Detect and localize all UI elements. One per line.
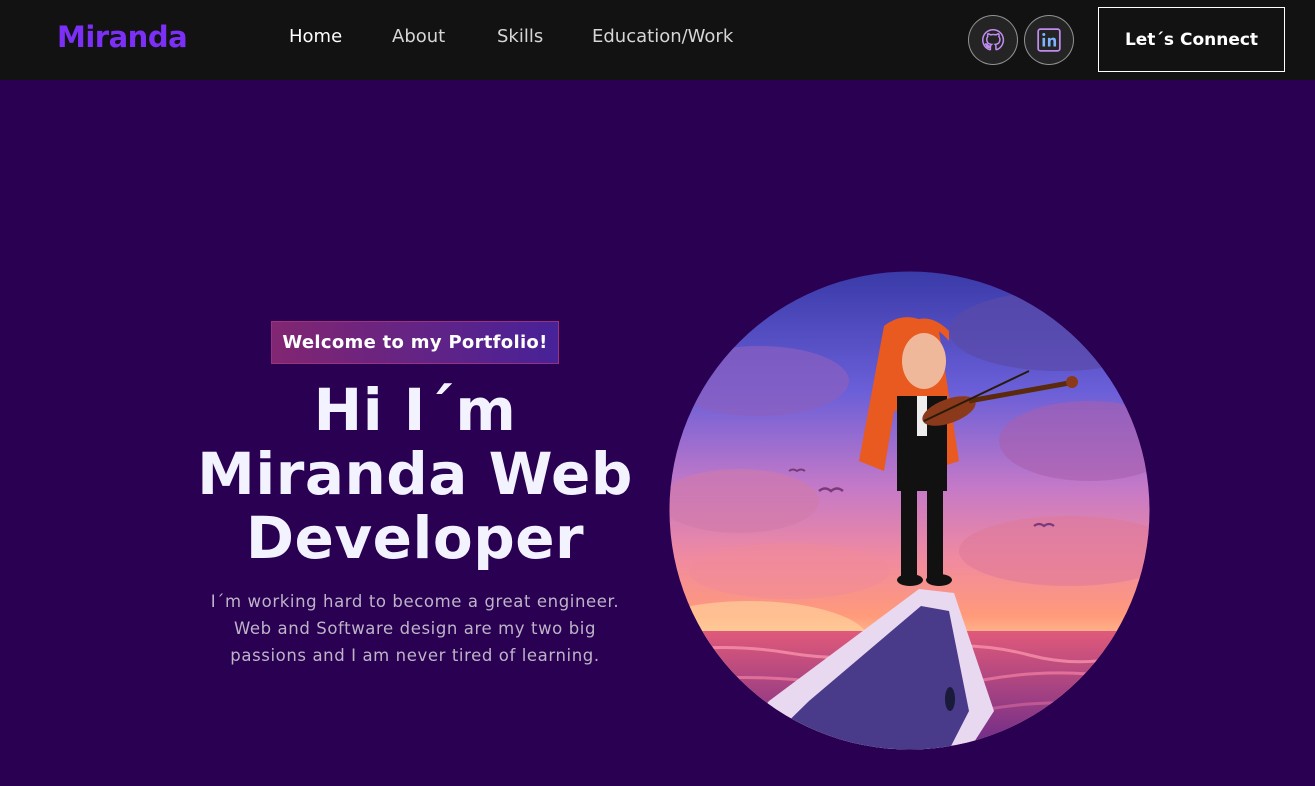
- navbar: Miranda Home About Skills Education/Work…: [0, 0, 1315, 80]
- linkedin-icon: [1037, 28, 1061, 52]
- lets-connect-button[interactable]: Let´s Connect: [1098, 7, 1285, 72]
- hero-avatar-image: [669, 271, 1150, 750]
- hero-description: I´m working hard to become a great engin…: [180, 588, 650, 669]
- github-link[interactable]: [968, 15, 1018, 65]
- nav-link-skills[interactable]: Skills: [497, 26, 543, 47]
- linkedin-link[interactable]: [1024, 15, 1074, 65]
- nav-link-about[interactable]: About: [392, 26, 445, 47]
- description-line-2: Web and Software design are my two big: [233, 619, 597, 638]
- nav-link-home[interactable]: Home: [289, 26, 342, 47]
- headline-line-1: Hi I´m: [313, 376, 517, 444]
- description-line-3: passions and I am never tired of learnin…: [230, 646, 600, 665]
- description-line-1: I´m working hard to become a great engin…: [210, 592, 620, 611]
- github-icon: [982, 28, 1005, 51]
- headline-line-2: Miranda Web: [197, 440, 633, 508]
- headline-line-3: Developer: [245, 504, 585, 572]
- welcome-tagline: Welcome to my Portfolio!: [271, 321, 559, 364]
- brand-logo[interactable]: Miranda: [57, 20, 188, 54]
- hero-headline: Hi I´m Miranda Web Developer: [180, 378, 650, 570]
- nav-link-education-work[interactable]: Education/Work: [592, 26, 733, 47]
- hero-text: Welcome to my Portfolio! Hi I´m Miranda …: [180, 321, 650, 669]
